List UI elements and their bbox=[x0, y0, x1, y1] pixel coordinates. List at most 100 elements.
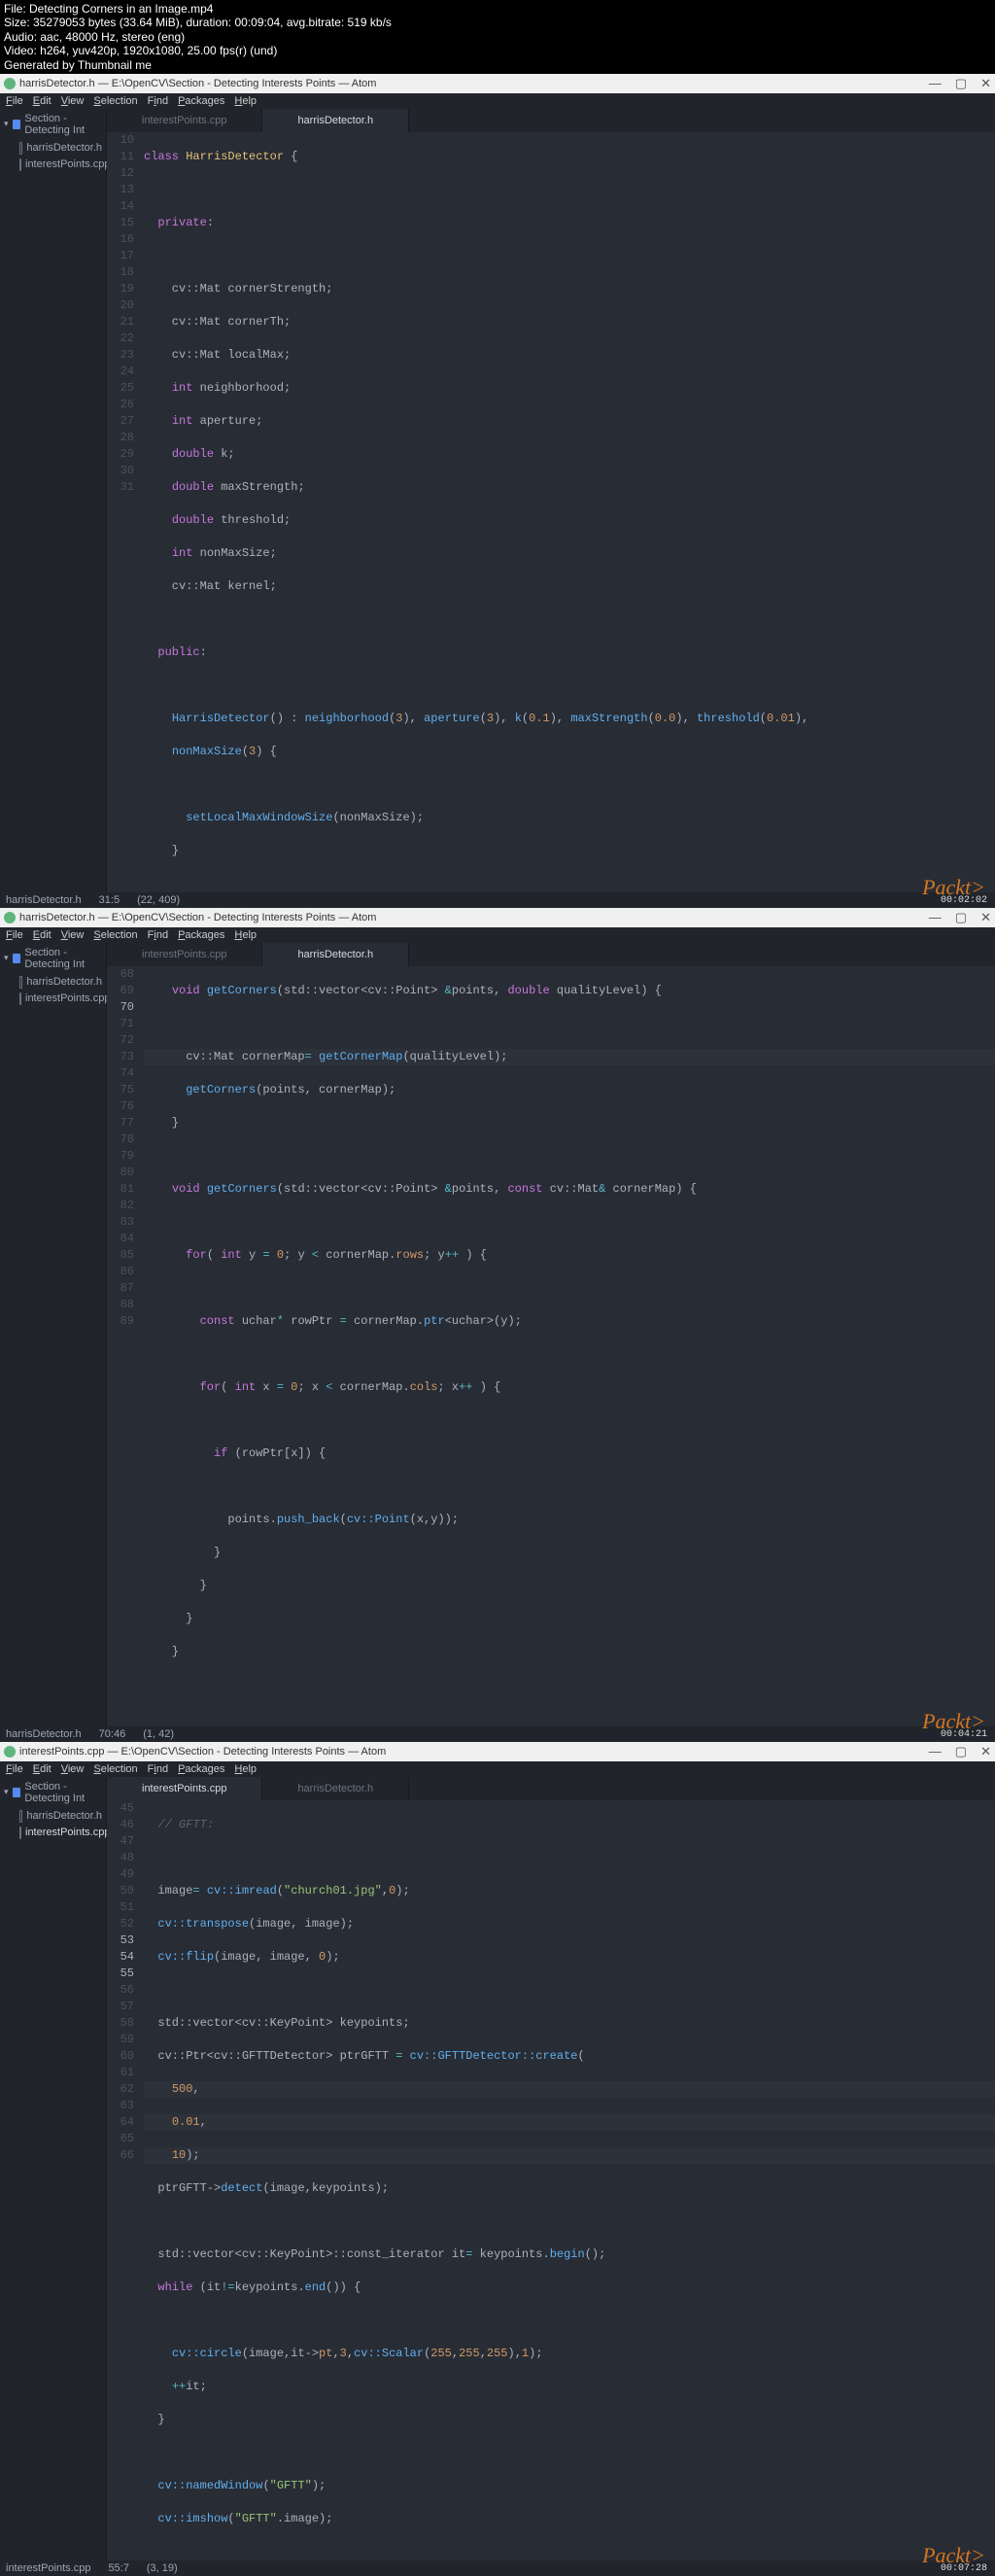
menu-view[interactable]: View bbox=[61, 929, 85, 941]
tab-interest[interactable]: interestPoints.cpp bbox=[107, 1777, 262, 1800]
tab-harris[interactable]: harrisDetector.h bbox=[262, 1777, 409, 1800]
title-bar: harrisDetector.h — E:\OpenCV\Section - D… bbox=[0, 908, 995, 927]
status-selection: (3, 19) bbox=[147, 2562, 178, 2574]
timestamp: 00:07:28 bbox=[941, 2563, 987, 2574]
menu-edit[interactable]: Edit bbox=[33, 1763, 51, 1775]
atom-app-icon bbox=[4, 912, 16, 923]
tab-bar: interestPoints.cpp harrisDetector.h bbox=[107, 109, 995, 132]
meta-file: File: Detecting Corners in an Image.mp4 bbox=[4, 2, 991, 16]
timestamp: 00:04:21 bbox=[941, 1729, 987, 1740]
timestamp: 00:02:02 bbox=[941, 895, 987, 906]
file-icon bbox=[19, 992, 21, 1005]
code-area[interactable]: // GFTT: image= cv::imread("church01.jpg… bbox=[144, 1800, 995, 2560]
tab-harris[interactable]: harrisDetector.h bbox=[262, 109, 409, 132]
meta-size: Size: 35279053 bytes (33.64 MiB), durati… bbox=[4, 16, 991, 29]
menu-find[interactable]: Find bbox=[148, 929, 168, 941]
tree-panel: ▾ Section - Detecting Int harrisDetector… bbox=[0, 943, 107, 1726]
menu-bar: File Edit View Selection Find Packages H… bbox=[0, 927, 995, 943]
tree-root[interactable]: ▾ Section - Detecting Int bbox=[0, 943, 106, 974]
line-gutter: 4546474849505152535455565758596061626364… bbox=[107, 1800, 144, 2560]
menu-selection[interactable]: Selection bbox=[93, 929, 137, 941]
editor-area[interactable]: 4546474849505152535455565758596061626364… bbox=[107, 1800, 995, 2560]
line-gutter: 6869707172737475767778798081828384858687… bbox=[107, 966, 144, 1726]
tree-panel: ▾ Section - Detecting Int harrisDetector… bbox=[0, 1777, 107, 2560]
code-area[interactable]: void getCorners(std::vector<cv::Point> &… bbox=[144, 966, 995, 1726]
status-bar: harrisDetector.h 31:5 (22, 409) bbox=[0, 892, 995, 908]
menu-selection[interactable]: Selection bbox=[93, 1763, 137, 1775]
file-icon bbox=[19, 976, 22, 989]
tab-bar: interestPoints.cpp harrisDetector.h bbox=[107, 1777, 995, 1800]
video-metadata: File: Detecting Corners in an Image.mp4 … bbox=[0, 0, 995, 74]
menu-edit[interactable]: Edit bbox=[33, 929, 51, 941]
menu-bar: File Edit View Selection Find Packages H… bbox=[0, 1761, 995, 1777]
meta-gen: Generated by Thumbnail me bbox=[4, 58, 991, 72]
folder-icon bbox=[13, 954, 21, 963]
menu-file[interactable]: File bbox=[6, 95, 23, 107]
chevron-down-icon: ▾ bbox=[4, 953, 9, 963]
chevron-down-icon: ▾ bbox=[4, 119, 9, 129]
menu-bar: File Edit View Selection Find Packages H… bbox=[0, 93, 995, 109]
status-cursor: 55:7 bbox=[108, 2562, 128, 2574]
menu-packages[interactable]: Packages bbox=[178, 1763, 224, 1775]
status-bar: harrisDetector.h 70:46 (1, 42) bbox=[0, 1726, 995, 1742]
meta-audio: Audio: aac, 48000 Hz, stereo (eng) bbox=[4, 30, 991, 44]
menu-find[interactable]: Find bbox=[148, 1763, 168, 1775]
status-filename: harrisDetector.h bbox=[6, 894, 82, 906]
menu-find[interactable]: Find bbox=[148, 95, 168, 107]
status-bar: interestPoints.cpp 55:7 (3, 19) bbox=[0, 2560, 995, 2576]
maximize-button[interactable]: ▢ bbox=[955, 76, 967, 91]
status-selection: (1, 42) bbox=[143, 1728, 174, 1740]
tree-file-interest[interactable]: interestPoints.cpp bbox=[0, 1825, 106, 1841]
tab-interest[interactable]: interestPoints.cpp bbox=[107, 109, 262, 132]
menu-view[interactable]: View bbox=[61, 1763, 85, 1775]
menu-view[interactable]: View bbox=[61, 95, 85, 107]
minimize-button[interactable]: — bbox=[929, 910, 942, 925]
close-button[interactable]: ✕ bbox=[980, 910, 991, 925]
line-gutter: 1011121314151617181920212223242526272829… bbox=[107, 132, 144, 892]
menu-selection[interactable]: Selection bbox=[93, 95, 137, 107]
close-button[interactable]: ✕ bbox=[980, 1744, 991, 1759]
tab-harris[interactable]: harrisDetector.h bbox=[262, 943, 409, 966]
file-icon bbox=[19, 158, 21, 171]
editor-area[interactable]: 1011121314151617181920212223242526272829… bbox=[107, 132, 995, 892]
status-cursor: 70:46 bbox=[99, 1728, 126, 1740]
tree-file-harris[interactable]: harrisDetector.h bbox=[0, 140, 106, 157]
tree-root[interactable]: ▾ Section - Detecting Int bbox=[0, 109, 106, 140]
tree-file-interest[interactable]: interestPoints.cpp bbox=[0, 991, 106, 1007]
folder-icon bbox=[13, 120, 21, 129]
tree-file-interest[interactable]: interestPoints.cpp bbox=[0, 157, 106, 173]
maximize-button[interactable]: ▢ bbox=[955, 1744, 967, 1759]
title-bar: harrisDetector.h — E:\OpenCV\Section - D… bbox=[0, 74, 995, 93]
file-icon bbox=[19, 1827, 21, 1839]
folder-icon bbox=[13, 1788, 21, 1797]
menu-help[interactable]: Help bbox=[234, 929, 257, 941]
atom-window-3: interestPoints.cpp — E:\OpenCV\Section -… bbox=[0, 1742, 995, 2576]
menu-help[interactable]: Help bbox=[234, 95, 257, 107]
menu-file[interactable]: File bbox=[6, 1763, 23, 1775]
tab-bar: interestPoints.cpp harrisDetector.h bbox=[107, 943, 995, 966]
atom-window-2: harrisDetector.h — E:\OpenCV\Section - D… bbox=[0, 908, 995, 1742]
atom-window-1: harrisDetector.h — E:\OpenCV\Section - D… bbox=[0, 74, 995, 908]
tree-root-label: Section - Detecting Int bbox=[24, 113, 102, 136]
editor-area[interactable]: 6869707172737475767778798081828384858687… bbox=[107, 966, 995, 1726]
minimize-button[interactable]: — bbox=[929, 76, 942, 91]
code-area[interactable]: class HarrisDetector { private: cv::Mat … bbox=[144, 132, 995, 892]
menu-file[interactable]: File bbox=[6, 929, 23, 941]
atom-app-icon bbox=[4, 1746, 16, 1758]
tab-interest[interactable]: interestPoints.cpp bbox=[107, 943, 262, 966]
tree-file-harris[interactable]: harrisDetector.h bbox=[0, 1808, 106, 1825]
window-title: harrisDetector.h — E:\OpenCV\Section - D… bbox=[19, 912, 929, 923]
menu-edit[interactable]: Edit bbox=[33, 95, 51, 107]
maximize-button[interactable]: ▢ bbox=[955, 910, 967, 925]
minimize-button[interactable]: — bbox=[929, 1744, 942, 1759]
status-filename: harrisDetector.h bbox=[6, 1728, 82, 1740]
menu-packages[interactable]: Packages bbox=[178, 95, 224, 107]
tree-root[interactable]: ▾ Section - Detecting Int bbox=[0, 1777, 106, 1808]
menu-help[interactable]: Help bbox=[234, 1763, 257, 1775]
menu-packages[interactable]: Packages bbox=[178, 929, 224, 941]
atom-app-icon bbox=[4, 78, 16, 89]
tree-file-harris[interactable]: harrisDetector.h bbox=[0, 974, 106, 991]
status-selection: (22, 409) bbox=[137, 894, 180, 906]
status-cursor: 31:5 bbox=[99, 894, 120, 906]
close-button[interactable]: ✕ bbox=[980, 76, 991, 91]
